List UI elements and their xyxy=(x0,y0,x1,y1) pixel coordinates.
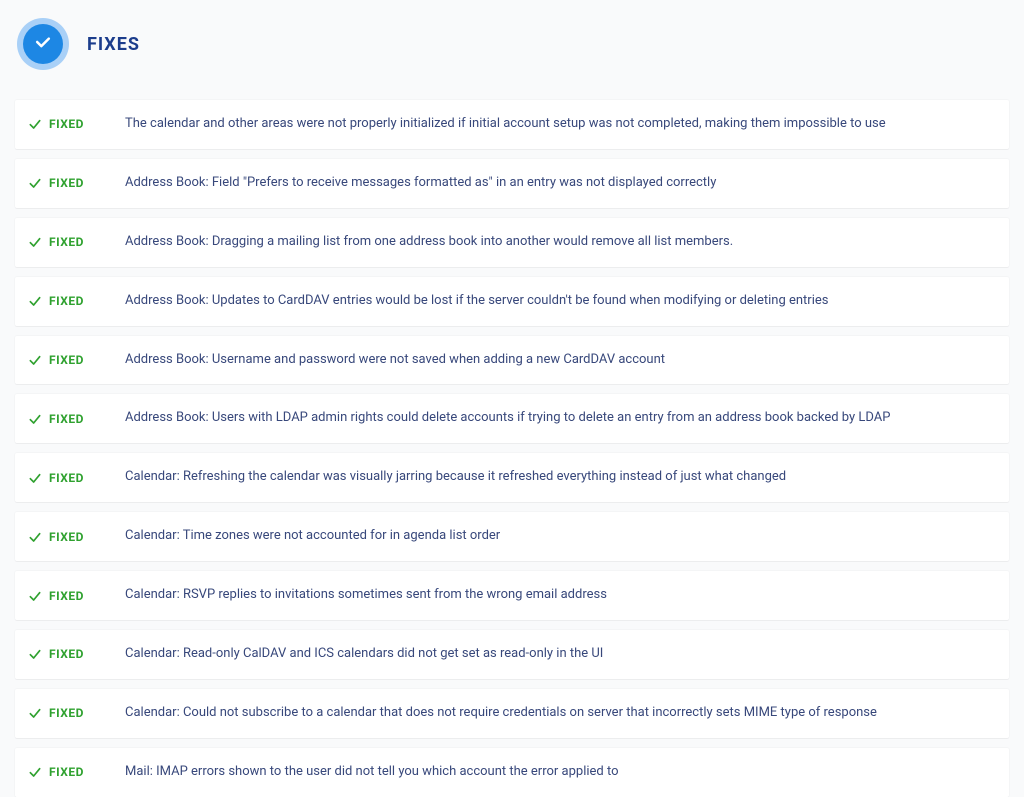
fixed-tag: FIXED xyxy=(49,530,125,544)
section-header: FIXES xyxy=(15,18,1009,70)
item-description: Address Book: Username and password were… xyxy=(125,352,665,369)
check-icon xyxy=(27,646,43,662)
check-icon xyxy=(27,175,43,191)
list-item: FIXEDThe calendar and other areas were n… xyxy=(15,100,1009,149)
list-item: FIXEDAddress Book: Dragging a mailing li… xyxy=(15,218,1009,267)
fixed-tag: FIXED xyxy=(49,765,125,779)
item-description: Calendar: Refreshing the calendar was vi… xyxy=(125,469,786,486)
fixes-list: FIXEDThe calendar and other areas were n… xyxy=(15,100,1009,797)
fixed-tag: FIXED xyxy=(49,294,125,308)
list-item: FIXEDCalendar: Could not subscribe to a … xyxy=(15,689,1009,738)
list-item: FIXEDAddress Book: Field "Prefers to rec… xyxy=(15,159,1009,208)
fixed-tag: FIXED xyxy=(49,176,125,190)
fixed-tag: FIXED xyxy=(49,117,125,131)
check-icon xyxy=(27,470,43,486)
item-description: Calendar: Read-only CalDAV and ICS calen… xyxy=(125,646,603,663)
fixed-tag: FIXED xyxy=(49,235,125,249)
list-item: FIXEDAddress Book: Updates to CardDAV en… xyxy=(15,277,1009,326)
check-icon xyxy=(27,352,43,368)
check-icon xyxy=(33,32,53,56)
check-icon xyxy=(27,764,43,780)
check-icon xyxy=(27,588,43,604)
fixes-section: FIXES FIXEDThe calendar and other areas … xyxy=(0,0,1024,797)
fixed-tag: FIXED xyxy=(49,647,125,661)
page-title: FIXES xyxy=(87,34,140,55)
check-icon xyxy=(27,234,43,250)
list-item: FIXEDMail: IMAP errors shown to the user… xyxy=(15,748,1009,797)
item-description: Address Book: Updates to CardDAV entries… xyxy=(125,293,828,310)
item-description: Address Book: Dragging a mailing list fr… xyxy=(125,234,733,251)
item-description: Calendar: Time zones were not accounted … xyxy=(125,528,500,545)
check-icon xyxy=(27,411,43,427)
fixed-tag: FIXED xyxy=(49,471,125,485)
list-item: FIXEDAddress Book: Username and password… xyxy=(15,336,1009,385)
check-icon xyxy=(27,705,43,721)
check-icon xyxy=(27,293,43,309)
check-icon xyxy=(27,529,43,545)
check-badge-inner xyxy=(23,24,63,64)
fixed-tag: FIXED xyxy=(49,589,125,603)
list-item: FIXEDCalendar: Time zones were not accou… xyxy=(15,512,1009,561)
fixed-tag: FIXED xyxy=(49,412,125,426)
list-item: FIXEDCalendar: Refreshing the calendar w… xyxy=(15,453,1009,502)
item-description: Calendar: RSVP replies to invitations so… xyxy=(125,587,607,604)
list-item: FIXEDAddress Book: Users with LDAP admin… xyxy=(15,394,1009,443)
item-description: Address Book: Field "Prefers to receive … xyxy=(125,175,716,192)
check-icon xyxy=(27,116,43,132)
item-description: Calendar: Could not subscribe to a calen… xyxy=(125,705,877,722)
fixed-tag: FIXED xyxy=(49,706,125,720)
item-description: Mail: IMAP errors shown to the user did … xyxy=(125,764,619,781)
list-item: FIXEDCalendar: Read-only CalDAV and ICS … xyxy=(15,630,1009,679)
fixed-tag: FIXED xyxy=(49,353,125,367)
list-item: FIXEDCalendar: RSVP replies to invitatio… xyxy=(15,571,1009,620)
section-badge xyxy=(17,18,69,70)
item-description: Address Book: Users with LDAP admin righ… xyxy=(125,410,890,427)
item-description: The calendar and other areas were not pr… xyxy=(125,116,886,133)
